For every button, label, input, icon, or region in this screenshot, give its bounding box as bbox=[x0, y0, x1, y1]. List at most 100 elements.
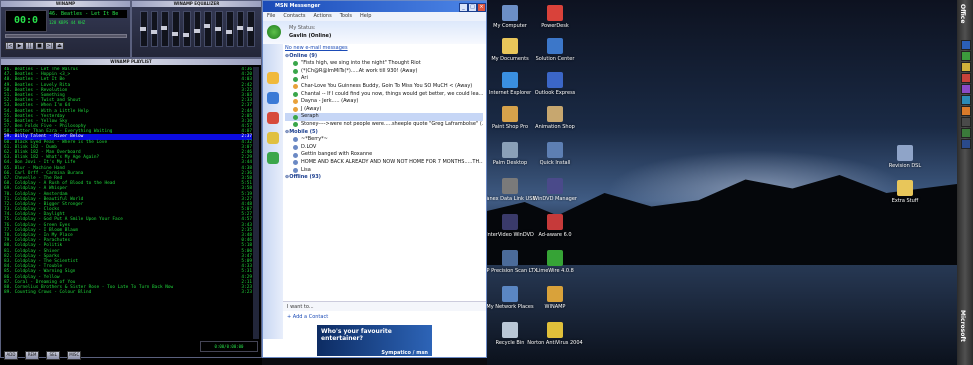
group-header[interactable]: ⊖ Online (9) bbox=[285, 53, 483, 61]
menu-help[interactable]: Help bbox=[360, 12, 371, 21]
minimize-icon[interactable]: _ bbox=[459, 3, 468, 12]
desktop-icon-label: Animation Shop bbox=[535, 124, 575, 130]
playlist-remove-button[interactable]: REM bbox=[25, 351, 40, 360]
tab-icon-4[interactable] bbox=[267, 132, 279, 144]
desktop-icon[interactable]: Outlook Express bbox=[524, 72, 586, 96]
group-header[interactable]: ⊖ Offline (93) bbox=[285, 174, 483, 182]
i-want-to-panel[interactable]: I want to... bbox=[283, 301, 486, 311]
eject-button[interactable]: ⏏ bbox=[55, 42, 64, 50]
playlist-scrollbar[interactable] bbox=[253, 67, 259, 339]
desktop-icon[interactable]: Extra Stuff bbox=[874, 180, 936, 204]
next-button[interactable]: >| bbox=[45, 42, 54, 50]
contact-item[interactable]: Char-Love You Guinness Buddy, Goin To Mi… bbox=[285, 83, 483, 91]
eq-slider-3[interactable] bbox=[172, 11, 180, 47]
presence-icon bbox=[293, 61, 298, 67]
play-button[interactable]: ▶ bbox=[15, 42, 24, 50]
pause-button[interactable]: || bbox=[25, 42, 34, 50]
office-app-icon[interactable] bbox=[961, 128, 971, 138]
office-app-icon[interactable] bbox=[961, 51, 971, 61]
eq-slider-knob[interactable] bbox=[225, 30, 232, 34]
contact-item[interactable]: D.LOV bbox=[285, 144, 483, 152]
tab-icon-2[interactable] bbox=[267, 92, 279, 104]
desktop-icon[interactable]: Solution Center bbox=[524, 38, 586, 62]
winamp-time-display[interactable]: 00:0 bbox=[5, 10, 47, 32]
menu-file[interactable]: File bbox=[267, 12, 275, 21]
email-link[interactable]: No new e-mail messages bbox=[285, 45, 483, 53]
eq-slider-7[interactable] bbox=[215, 11, 223, 47]
eq-slider-knob[interactable] bbox=[215, 27, 222, 31]
desktop-icon[interactable]: Ad-aware 6.0 bbox=[524, 214, 586, 238]
office-app-icon[interactable] bbox=[961, 95, 971, 105]
desktop-icon[interactable]: LimeWire 4.0.8 bbox=[524, 250, 586, 274]
office-app-icon[interactable] bbox=[961, 62, 971, 72]
office-app-icon[interactable] bbox=[961, 84, 971, 94]
desktop-icon[interactable]: PowerDesk bbox=[524, 5, 586, 29]
eq-slider-10[interactable] bbox=[247, 11, 256, 47]
eq-slider-knob[interactable] bbox=[150, 30, 157, 34]
desktop-icon[interactable]: WINAMP bbox=[524, 286, 586, 310]
tab-icon-3[interactable] bbox=[267, 112, 279, 124]
desktop-icon[interactable]: Norton AntiVirus 2004 bbox=[524, 322, 586, 346]
office-app-icon[interactable] bbox=[961, 139, 971, 149]
office-app-icon[interactable] bbox=[961, 106, 971, 116]
contact-item[interactable]: Lisa bbox=[285, 167, 483, 175]
eq-slider-8[interactable] bbox=[225, 11, 234, 47]
winamp-titlebar[interactable]: WINAMP bbox=[1, 1, 130, 7]
advertisement-banner[interactable]: Who's your favourite entertainer? Sympat… bbox=[317, 325, 432, 356]
eq-slider-1[interactable] bbox=[150, 11, 159, 47]
winamp-seek-bar[interactable] bbox=[5, 34, 127, 38]
eq-slider-knob[interactable] bbox=[236, 25, 243, 30]
desktop-icon[interactable]: Revision DSL bbox=[874, 145, 936, 169]
contact-item[interactable]: HOME AND BACK ALREADY AND NOW NOT HOME F… bbox=[285, 159, 483, 167]
contact-item[interactable]: Chantal -- If I could find you now, thin… bbox=[285, 91, 483, 99]
office-app-icon[interactable] bbox=[961, 73, 971, 83]
desktop-icon[interactable]: WinDVD Manager bbox=[524, 178, 586, 202]
prev-button[interactable]: |< bbox=[5, 42, 14, 50]
eq-slider-knob[interactable] bbox=[204, 24, 211, 28]
contact-item[interactable]: Seraph bbox=[285, 113, 483, 121]
desktop-icon[interactable]: Animation Shop bbox=[524, 106, 586, 130]
eq-slider-knob[interactable] bbox=[140, 27, 146, 31]
user-status[interactable]: Gavlin (Online) bbox=[289, 33, 331, 39]
contact-name: Chantal -- If I could find you now, thin… bbox=[301, 90, 483, 97]
contact-item[interactable]: J (Away) bbox=[285, 106, 483, 114]
contact-item[interactable]: ~*Berry*~ bbox=[285, 136, 483, 144]
playlist-row[interactable]: 89. Counting Crows - Colour Blind 3:23 bbox=[4, 290, 252, 295]
close-icon[interactable]: × bbox=[477, 3, 486, 12]
eq-slider-knob[interactable] bbox=[182, 33, 189, 37]
tab-icon-5[interactable] bbox=[267, 152, 279, 164]
msn-titlebar[interactable]: MSN Messenger bbox=[263, 1, 486, 12]
desktop-icon[interactable]: Quick Install bbox=[524, 142, 586, 166]
office-app-icon[interactable] bbox=[961, 117, 971, 127]
tab-icon-1[interactable] bbox=[267, 72, 279, 84]
office-app-icon[interactable] bbox=[961, 40, 971, 50]
contact-item[interactable]: (*)Ch@R@ImMiTs(*).....At work till 930! … bbox=[285, 68, 483, 76]
eq-slider-5[interactable] bbox=[193, 11, 202, 47]
contact-item[interactable]: Ari bbox=[285, 75, 483, 83]
eq-slider-6[interactable] bbox=[204, 11, 213, 47]
contact-item[interactable]: "Fists high, we sing into the night" Tho… bbox=[285, 60, 483, 68]
menu-tools[interactable]: Tools bbox=[340, 12, 352, 21]
add-contact-link[interactable]: + Add a Contact bbox=[283, 313, 486, 322]
contact-item[interactable]: Dayna - Jerk..... (Away) bbox=[285, 98, 483, 106]
eq-slider-0[interactable] bbox=[140, 11, 148, 47]
eq-slider-knob[interactable] bbox=[193, 28, 200, 33]
equalizer-titlebar[interactable]: WINAMP EQUALIZER bbox=[132, 1, 261, 7]
menu-contacts[interactable]: Contacts bbox=[283, 12, 305, 21]
eq-slider-knob[interactable] bbox=[161, 25, 168, 30]
maximize-icon[interactable]: □ bbox=[468, 3, 477, 12]
playlist-add-button[interactable]: ADD bbox=[4, 351, 18, 360]
contact-item[interactable]: Gettin banged with Roxanne bbox=[285, 151, 483, 159]
eq-slider-9[interactable] bbox=[236, 11, 245, 47]
menu-actions[interactable]: Actions bbox=[313, 12, 331, 21]
eq-slider-knob[interactable] bbox=[247, 27, 254, 31]
playlist-select-button[interactable]: SEL bbox=[46, 351, 61, 360]
eq-slider-knob[interactable] bbox=[172, 31, 179, 36]
group-header[interactable]: ⊖ Mobile (5) bbox=[285, 129, 483, 137]
eq-slider-4[interactable] bbox=[182, 11, 191, 47]
eq-slider-2[interactable] bbox=[161, 11, 170, 47]
playlist-misc-button[interactable]: MISC bbox=[67, 351, 82, 360]
contact-item[interactable]: Stoney---->were not people were.....shee… bbox=[285, 121, 483, 129]
stop-button[interactable]: ■ bbox=[35, 42, 44, 50]
playlist-titlebar[interactable]: WINAMP PLAYLIST bbox=[1, 59, 261, 65]
